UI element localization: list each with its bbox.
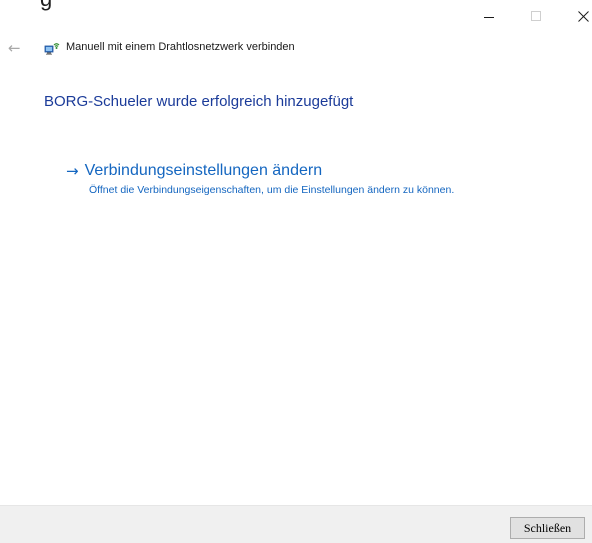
wireless-network-icon — [44, 43, 60, 55]
close-button[interactable]: Schließen — [510, 517, 585, 539]
maximize-button[interactable] — [513, 0, 559, 32]
change-settings-link-block[interactable]: → Verbindungseinstellungen ändern Öffnet… — [66, 162, 506, 197]
link-title-text: Verbindungseinstellungen ändern — [84, 162, 323, 179]
back-button[interactable]: ← — [8, 38, 26, 58]
clipped-title-fragment: g — [40, 0, 52, 12]
wizard-title: Manuell mit einem Drahtlosnetzwerk verbi… — [66, 41, 295, 53]
change-connection-settings-link[interactable]: → Verbindungseinstellungen ändern — [66, 162, 506, 180]
link-description: Öffnet die Verbindungseigenschaften, um … — [89, 184, 455, 196]
wizard-header: ← Manuell mit einem Drahtlosnetzwerk ver… — [0, 38, 592, 60]
wizard-window: g ← Manuell mit einem Drahtlosnetzwerk v… — [0, 0, 592, 543]
maximize-icon — [531, 11, 541, 21]
close-window-button[interactable] — [560, 0, 592, 32]
arrow-right-icon: → — [66, 162, 79, 180]
minimize-button[interactable] — [466, 0, 512, 32]
close-icon — [577, 10, 589, 22]
wizard-footer: Schließen — [0, 505, 592, 543]
success-message: BORG-Schueler wurde erfolgreich hinzugef… — [44, 93, 354, 110]
minimize-icon — [484, 16, 494, 18]
